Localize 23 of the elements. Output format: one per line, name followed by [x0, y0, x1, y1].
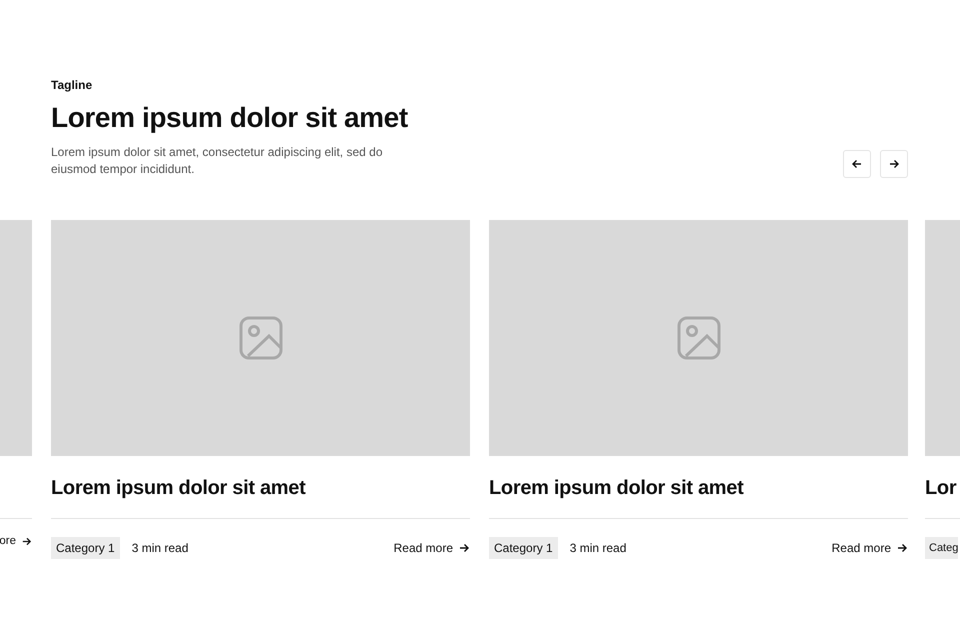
card-title: Lor — [925, 476, 958, 500]
image-icon — [238, 316, 282, 360]
section-description: Lorem ipsum dolor sit amet, consectetur adipiscing elit, sed do eiusmod tempor incididunt. — [51, 144, 384, 178]
arrow-right-icon — [458, 542, 470, 554]
category-tag: Categ — [925, 537, 958, 559]
arrow-right-icon — [21, 536, 32, 546]
arrow-right-icon — [896, 542, 908, 554]
category-tag: Category 1 — [51, 537, 120, 559]
read-more-link[interactable]: Read more — [394, 541, 470, 555]
category-tag: Category 1 — [489, 537, 558, 559]
image-icon — [676, 316, 720, 360]
read-time: 3 min read — [132, 541, 188, 555]
previous-button[interactable] — [843, 150, 871, 178]
arrow-right-icon — [888, 158, 900, 170]
arrow-left-icon — [851, 158, 863, 170]
read-more-link[interactable]: Read more — [832, 541, 908, 555]
tagline: Tagline — [51, 78, 94, 92]
next-button[interactable] — [880, 150, 908, 178]
section-heading: Lorem ipsum dolor sit amet — [51, 101, 409, 135]
read-time: 3 min read — [570, 541, 626, 555]
card-title: Lorem ipsum dolor sit amet — [489, 476, 744, 500]
read-more-link[interactable]: ore — [0, 535, 32, 547]
card-title: Lorem ipsum dolor sit amet — [51, 476, 306, 500]
